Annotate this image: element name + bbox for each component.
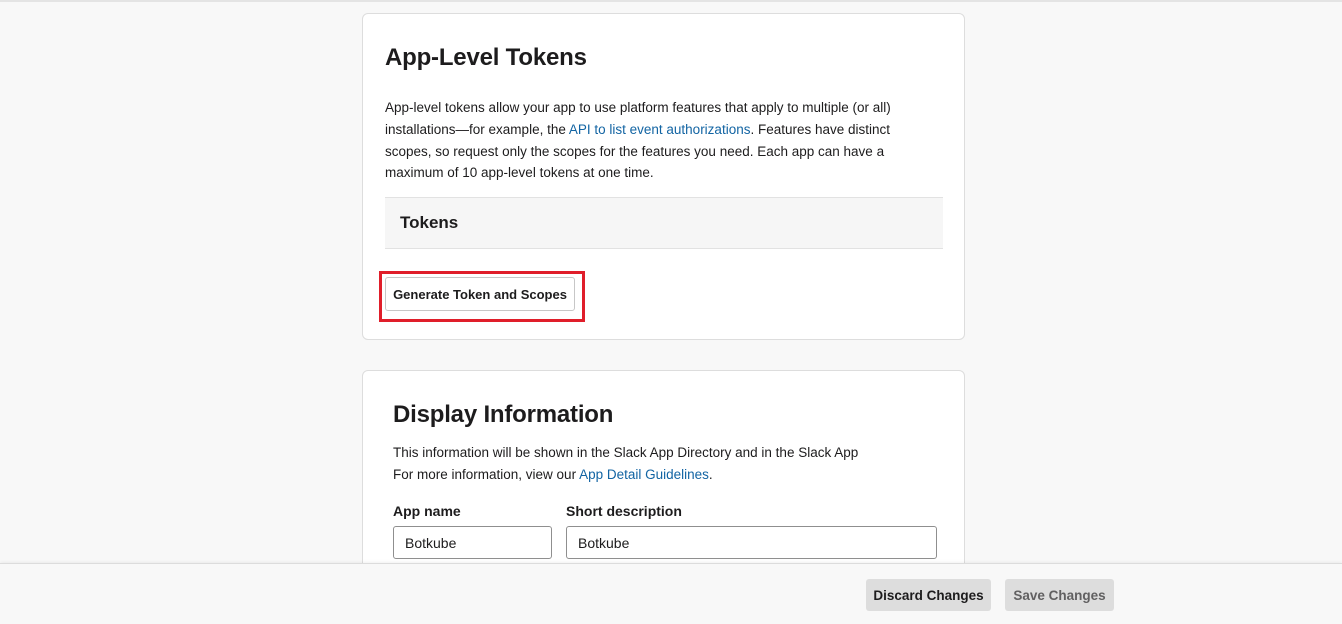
tokens-header-label: Tokens [400, 213, 459, 232]
save-changes-footer: Discard Changes Save Changes [0, 563, 1342, 624]
app-name-label: App name [393, 503, 461, 519]
display-info-line-2: For more information, view our App Detai… [393, 464, 938, 486]
app-level-tokens-card: App-Level Tokens App-level tokens allow … [362, 13, 965, 340]
api-event-authorizations-link[interactable]: API to list event authorizations [569, 122, 751, 137]
top-divider [0, 0, 1342, 2]
display-information-description: This information will be shown in the Sl… [393, 442, 938, 486]
display-information-title: Display Information [393, 401, 614, 428]
page: App-Level Tokens App-level tokens allow … [0, 0, 1342, 624]
short-description-label: Short description [566, 503, 682, 519]
display-info-line-1: This information will be shown in the Sl… [393, 445, 859, 460]
save-changes-button[interactable]: Save Changes [1005, 579, 1114, 611]
display-info-line-2-prefix: For more information, view our [393, 466, 580, 482]
tokens-section-header: Tokens [385, 197, 943, 249]
app-level-tokens-description: App-level tokens allow your app to use p… [385, 97, 930, 184]
display-info-line-2-suffix: . [708, 466, 713, 482]
short-description-input[interactable] [566, 526, 937, 559]
discard-changes-button[interactable]: Discard Changes [866, 579, 991, 611]
app-name-input[interactable] [393, 526, 552, 559]
generate-token-and-scopes-button[interactable]: Generate Token and Scopes [385, 277, 575, 311]
app-level-tokens-title: App-Level Tokens [385, 44, 587, 71]
app-detail-guidelines-link[interactable]: App Detail Guidelines [579, 467, 709, 482]
